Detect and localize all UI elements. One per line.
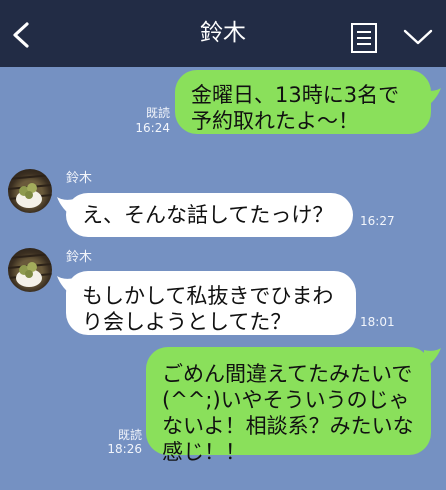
memo-icon[interactable] xyxy=(350,22,378,54)
plant-pot-icon xyxy=(8,174,52,208)
read-receipt: 既読 xyxy=(145,106,170,120)
message-bubble[interactable]: 金曜日、13時に3名で予約取れたよ〜！ xyxy=(175,70,431,134)
sender-name: 鈴木 xyxy=(66,250,93,265)
message-time: 18:26 xyxy=(107,442,142,456)
message-time: 16:24 xyxy=(135,121,170,135)
avatar[interactable] xyxy=(8,169,52,213)
read-receipt: 既読 xyxy=(117,428,142,442)
message-time: 18:01 xyxy=(360,315,395,329)
message-bubble[interactable]: え、そんな話してたっけ？ xyxy=(66,193,353,237)
chat-title: 鈴木 xyxy=(200,20,246,46)
chat-header: 鈴木 xyxy=(0,0,446,67)
sender-name: 鈴木 xyxy=(66,171,93,186)
message-bubble[interactable]: ごめん間違えてたみたいで(^^;)いやそういうのじゃないよ！相談系？みたいな感じ… xyxy=(146,347,431,464)
chevron-down-icon[interactable] xyxy=(402,27,434,47)
message-time: 16:27 xyxy=(360,214,395,228)
plant-pot-icon xyxy=(8,253,52,287)
avatar[interactable] xyxy=(8,248,52,292)
message-bubble[interactable]: もしかして私抜きでひまわり会しようとしてた？ xyxy=(66,271,356,335)
